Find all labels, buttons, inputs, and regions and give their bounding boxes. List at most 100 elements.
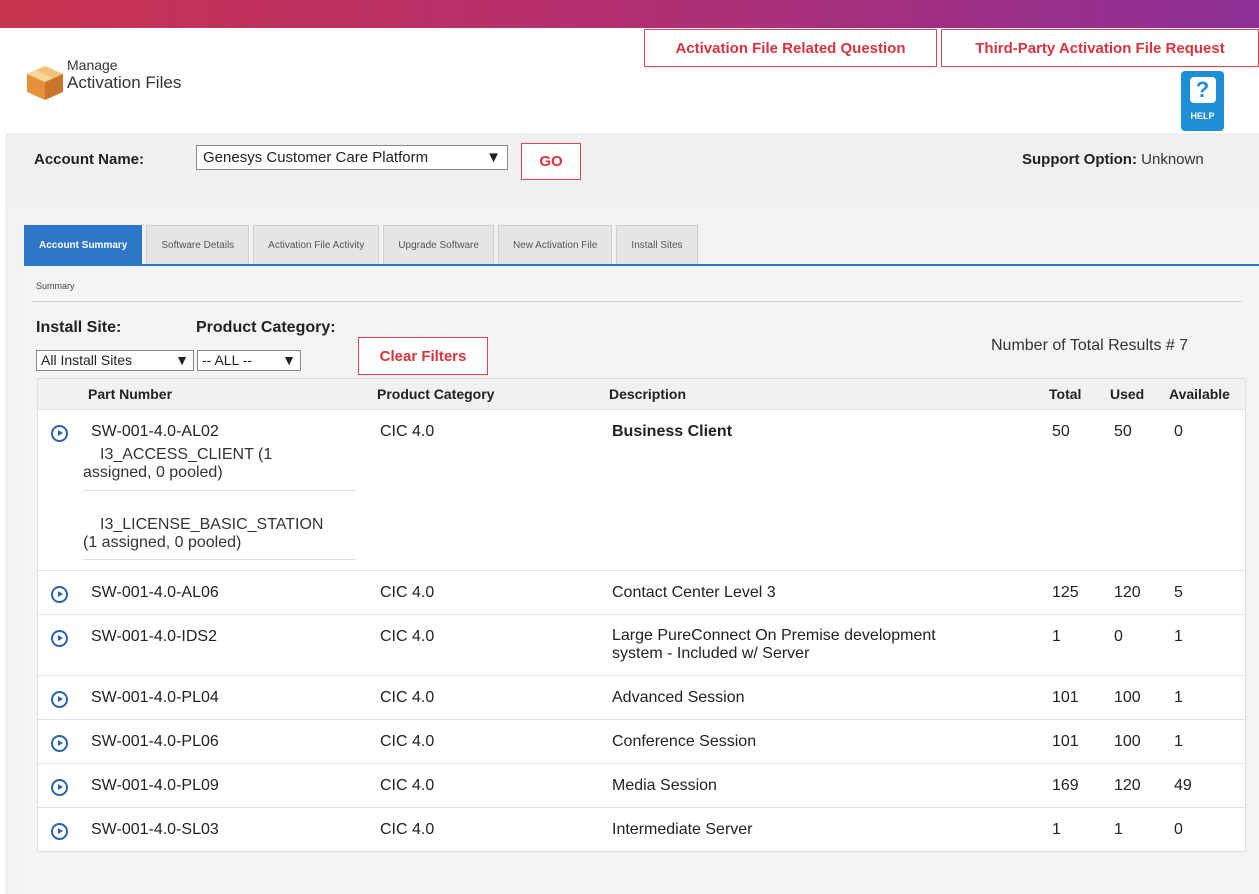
license-sub-item: I3_LICENSE_BASIC_STATION (1 assigned, 0 … <box>83 516 358 552</box>
available: 49 <box>1174 777 1192 794</box>
tab-account-summary[interactable]: Account Summary <box>24 225 143 264</box>
tab-activation-file-activity[interactable]: Activation File Activity <box>253 225 380 264</box>
tab-bar: Account Summary Software Details Activat… <box>24 225 698 264</box>
account-name-value: Genesys Customer Care Platform <box>203 149 429 166</box>
license-name: I3_ACCESS_CLIENT (1 <box>100 446 273 463</box>
breadcrumb: Summary <box>36 281 75 291</box>
table-header: Part Number Product Category Description… <box>38 379 1245 409</box>
license-name: I3_LICENSE_BASIC_STATION <box>100 516 324 533</box>
used: 100 <box>1114 733 1141 750</box>
divider <box>83 490 356 491</box>
col-available[interactable]: Available <box>1169 386 1230 402</box>
total: 101 <box>1052 689 1079 706</box>
part-number: SW-001-4.0-AL02 <box>91 423 219 440</box>
description: Media Session <box>612 777 717 794</box>
available: 1 <box>1174 733 1183 750</box>
used: 100 <box>1114 689 1141 706</box>
description: Business Client <box>612 423 733 440</box>
dropdown-arrow-icon: ▼ <box>175 352 189 368</box>
product-category: CIC 4.0 <box>380 821 435 838</box>
table-row[interactable]: SW-001-4.0-PL04 CIC 4.0 Advanced Session… <box>38 675 1245 719</box>
table-row[interactable]: SW-001-4.0-PL06 CIC 4.0 Conference Sessi… <box>38 719 1245 763</box>
total: 50 <box>1052 423 1070 440</box>
available: 1 <box>1174 689 1183 706</box>
tab-new-activation-file[interactable]: New Activation File <box>497 225 613 264</box>
col-used[interactable]: Used <box>1110 386 1144 402</box>
description: Advanced Session <box>612 689 745 706</box>
product-category: CIC 4.0 <box>380 689 435 706</box>
expand-icon[interactable] <box>51 779 68 796</box>
tab-upgrade-software[interactable]: Upgrade Software <box>383 225 494 264</box>
total-results-count: Number of Total Results # 7 <box>991 337 1189 354</box>
support-option-label: Support Option: <box>1022 151 1137 168</box>
page-header: Manage Activation Files Activation File … <box>5 28 1259 133</box>
tab-install-sites[interactable]: Install Sites <box>616 225 698 264</box>
product-category-select[interactable]: -- ALL -- ▼ <box>197 350 301 371</box>
go-button[interactable]: GO <box>521 143 581 180</box>
description: Contact Center Level 3 <box>612 584 776 601</box>
expand-icon[interactable] <box>51 823 68 840</box>
tab-software-details[interactable]: Software Details <box>146 225 250 264</box>
table-row[interactable]: SW-001-4.0-PL09 CIC 4.0 Media Session 16… <box>38 763 1245 807</box>
table-row[interactable]: SW-001-4.0-AL02 CIC 4.0 Business Client … <box>38 409 1245 570</box>
available: 0 <box>1174 423 1183 440</box>
used: 1 <box>1114 821 1123 838</box>
expand-icon[interactable] <box>51 735 68 752</box>
install-site-label: Install Site: <box>36 319 122 336</box>
product-category-label: Product Category: <box>196 319 336 336</box>
top-gradient-bar <box>0 0 1259 28</box>
product-category: CIC 4.0 <box>380 777 435 794</box>
part-number: SW-001-4.0-SL03 <box>91 821 219 838</box>
col-part-number[interactable]: Part Number <box>88 386 172 402</box>
product-category: CIC 4.0 <box>380 584 435 601</box>
used: 50 <box>1114 423 1132 440</box>
support-option: Support Option: Unknown <box>1022 151 1204 168</box>
page-title-line2: Activation Files <box>67 73 182 92</box>
divider <box>32 301 1242 302</box>
col-description[interactable]: Description <box>609 386 686 402</box>
license-sub-item: I3_ACCESS_CLIENT (1 assigned, 0 pooled) <box>83 446 358 482</box>
support-option-value: Unknown <box>1141 151 1204 168</box>
third-party-request-button[interactable]: Third-Party Activation File Request <box>941 29 1259 67</box>
help-button[interactable]: ? HELP <box>1181 71 1224 131</box>
account-name-select[interactable]: Genesys Customer Care Platform ▼ <box>196 145 508 170</box>
install-site-value: All Install Sites <box>41 352 133 368</box>
box-icon <box>27 66 63 100</box>
clear-filters-button[interactable]: Clear Filters <box>358 337 488 375</box>
available: 5 <box>1174 584 1183 601</box>
used: 0 <box>1114 628 1123 645</box>
table-row[interactable]: SW-001-4.0-SL03 CIC 4.0 Intermediate Ser… <box>38 807 1245 851</box>
used: 120 <box>1114 777 1141 794</box>
page-title: Manage Activation Files <box>67 56 181 92</box>
col-total[interactable]: Total <box>1049 386 1081 402</box>
expand-icon[interactable] <box>51 691 68 708</box>
product-category: CIC 4.0 <box>380 628 435 645</box>
part-number: SW-001-4.0-AL06 <box>91 584 219 601</box>
table-row[interactable]: SW-001-4.0-IDS2 CIC 4.0 Large PureConnec… <box>38 614 1245 675</box>
expand-icon[interactable] <box>51 630 68 647</box>
expand-icon[interactable] <box>51 586 68 603</box>
col-product-category[interactable]: Product Category <box>377 386 494 402</box>
expand-icon[interactable] <box>51 425 68 442</box>
account-bar <box>5 133 1259 203</box>
dropdown-arrow-icon: ▼ <box>282 352 296 368</box>
available: 1 <box>1174 628 1183 645</box>
part-number: SW-001-4.0-IDS2 <box>91 628 217 645</box>
product-category: CIC 4.0 <box>380 423 435 440</box>
divider <box>83 559 356 560</box>
total: 101 <box>1052 733 1079 750</box>
total: 125 <box>1052 584 1079 601</box>
account-name-label: Account Name: <box>34 151 145 168</box>
part-number: SW-001-4.0-PL06 <box>91 733 219 750</box>
licenses-table: Part Number Product Category Description… <box>37 378 1246 852</box>
install-site-select[interactable]: All Install Sites ▼ <box>36 350 194 371</box>
license-detail: assigned, 0 pooled) <box>83 464 223 481</box>
available: 0 <box>1174 821 1183 838</box>
activation-question-button[interactable]: Activation File Related Question <box>644 29 937 67</box>
table-row[interactable]: SW-001-4.0-AL06 CIC 4.0 Contact Center L… <box>38 570 1245 614</box>
license-detail: (1 assigned, 0 pooled) <box>83 534 242 551</box>
description-line1: Large PureConnect On Premise development <box>612 627 936 644</box>
description-line2: system - Included w/ Server <box>612 645 810 662</box>
total: 1 <box>1052 628 1061 645</box>
total: 169 <box>1052 777 1079 794</box>
